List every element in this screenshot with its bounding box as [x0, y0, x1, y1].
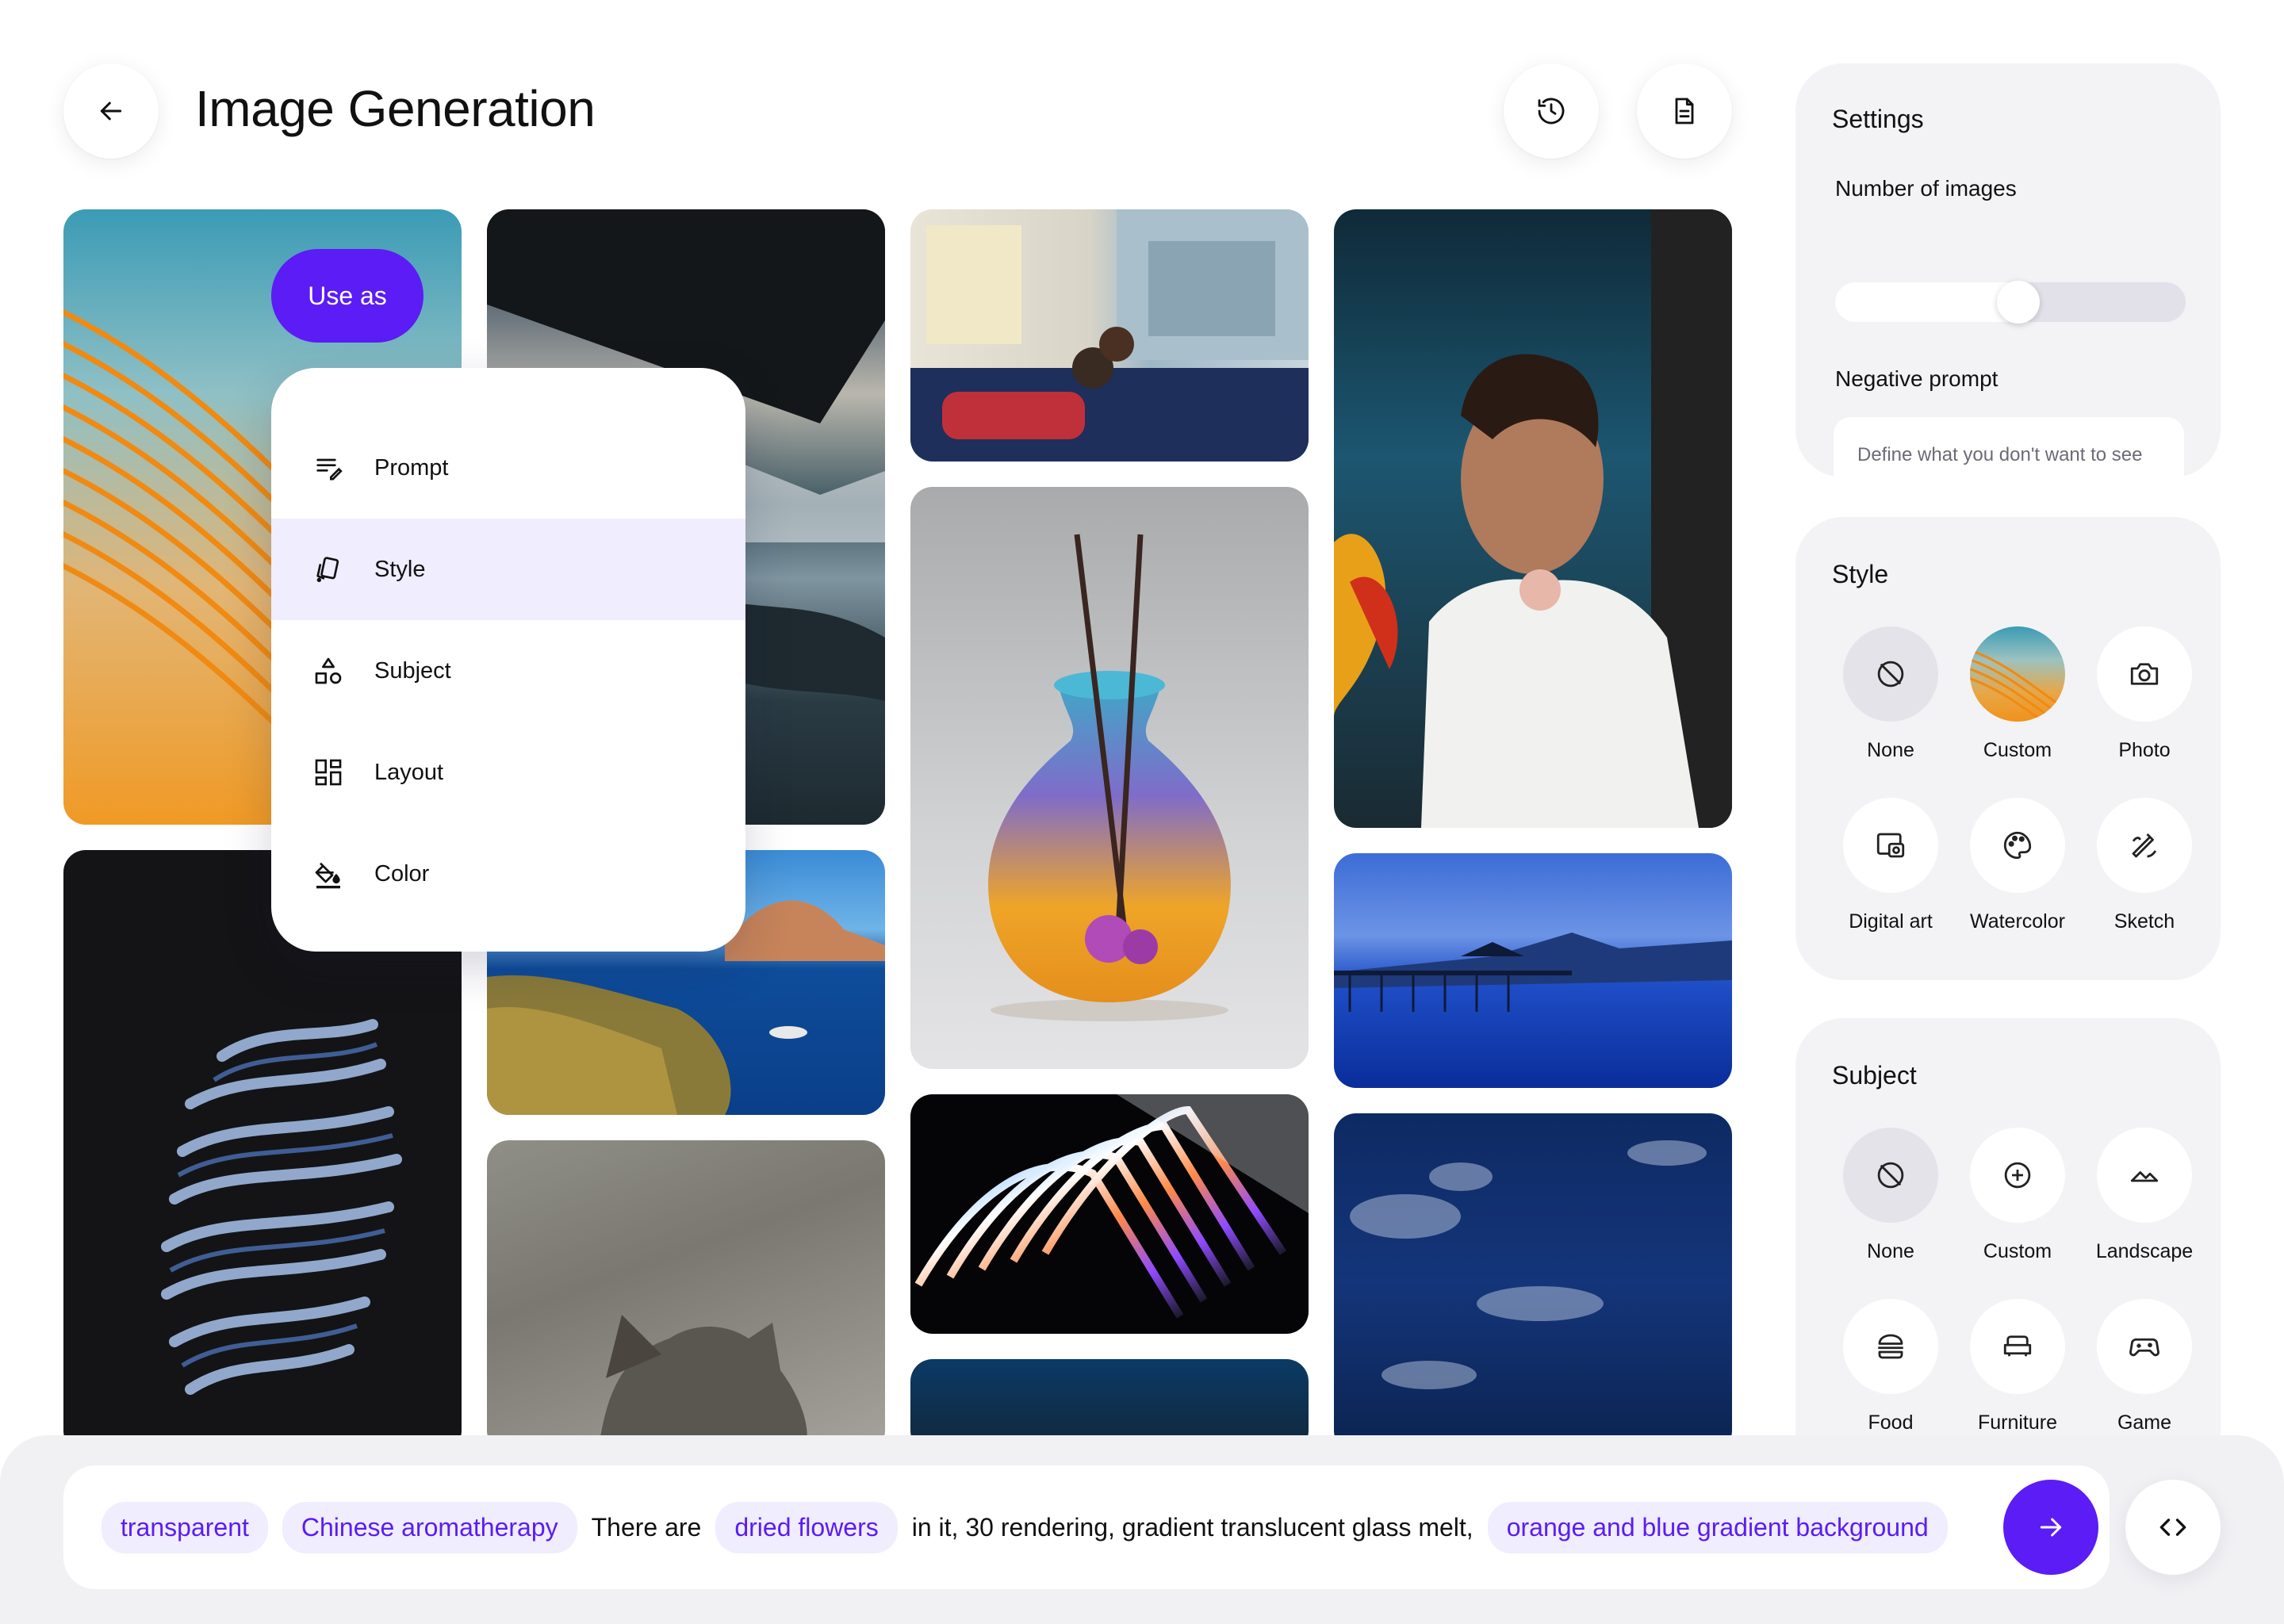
option-label: Custom [1983, 739, 2052, 761]
prism-shapes [914, 1094, 1309, 1319]
option-label: Watercolor [1970, 910, 2065, 933]
code-icon [2159, 1519, 2186, 1536]
option-label: Furniture [1977, 1411, 2058, 1434]
menu-item-label: Layout [374, 759, 444, 785]
option-label: Landscape [2095, 1240, 2194, 1262]
subject-option-game[interactable]: Game [2081, 1299, 2208, 1434]
option-label: Digital art [1849, 910, 1933, 933]
none-icon [1877, 661, 1904, 688]
subject-option-landscape[interactable]: Landscape [2081, 1128, 2208, 1263]
image-tile-pier-lake[interactable] [1334, 853, 1732, 1088]
history-icon [1538, 98, 1565, 124]
option-label: Sketch [2113, 910, 2175, 933]
menu-item-style[interactable]: Style [271, 519, 745, 620]
mountain-icon [2130, 1171, 2159, 1182]
history-button[interactable] [1504, 63, 1599, 159]
num-images-label: Number of images [1835, 176, 2017, 201]
pencil-sketch-icon [2132, 833, 2157, 858]
option-label: None [1867, 739, 1914, 761]
style-cards-icon [311, 552, 346, 587]
option-label: Food [1868, 1411, 1914, 1434]
use-as-button[interactable]: Use as [271, 249, 423, 343]
negative-prompt-input[interactable] [1834, 417, 2184, 493]
menu-item-label: Subject [374, 657, 451, 684]
document-button[interactable] [1637, 63, 1732, 159]
style-title: Style [1832, 560, 1889, 588]
style-option-sketch[interactable]: Sketch [2081, 798, 2208, 933]
image-tile-night-sky[interactable] [1334, 1113, 1732, 1453]
prompt-text[interactable]: There are [592, 1513, 702, 1542]
image-tile-prism-glass[interactable] [910, 1094, 1309, 1334]
back-button[interactable] [63, 63, 159, 159]
style-option-digital-art[interactable]: Digital art [1827, 798, 1954, 933]
palette-icon [2003, 831, 2032, 860]
send-button[interactable] [2003, 1480, 2098, 1575]
subject-option-food[interactable]: Food [1827, 1299, 1954, 1434]
menu-item-subject[interactable]: Subject [271, 620, 745, 722]
slider-thumb[interactable] [1997, 281, 2040, 324]
style-panel: Style None Custom Photo Digital art Wate… [1795, 517, 2221, 980]
subject-title: Subject [1832, 1061, 1917, 1090]
arrow-right-icon [2040, 1518, 2062, 1537]
digital-art-icon [1876, 833, 1905, 858]
custom-gradient-thumbnail [1970, 626, 2065, 722]
use-as-menu: Prompt Style Subject Layout Color [271, 368, 745, 952]
prompt-chip[interactable]: dried flowers [715, 1501, 898, 1553]
prompt-chip[interactable]: Chinese aromatherapy [282, 1501, 577, 1553]
style-option-none[interactable]: None [1827, 626, 1954, 762]
prompt-chip[interactable]: transparent [102, 1501, 268, 1553]
style-option-custom[interactable]: Custom [1954, 626, 2081, 762]
subject-panel: Subject None Custom Landscape Food Furni… [1795, 1018, 2221, 1494]
plus-circle-icon [2004, 1162, 2031, 1189]
menu-item-label: Color [374, 860, 430, 887]
style-option-photo[interactable]: Photo [2081, 626, 2208, 762]
image-tile-bedroom[interactable] [910, 209, 1309, 462]
gamepad-icon [2129, 1338, 2159, 1357]
grid-layout-icon [311, 755, 346, 790]
arrow-left-icon [100, 102, 122, 121]
portrait-shapes [1334, 209, 1732, 828]
paint-bucket-icon [311, 856, 346, 891]
camera-icon [2130, 663, 2159, 685]
image-tile-glass-vase[interactable] [910, 487, 1309, 1069]
settings-panel: Settings Number of images Negative promp… [1795, 63, 2221, 493]
menu-item-prompt[interactable]: Prompt [271, 417, 745, 519]
cloud-shapes [1350, 1140, 1707, 1389]
shapes-icon [311, 653, 346, 688]
pier-shapes [1334, 933, 1732, 1012]
option-label: Photo [2118, 739, 2171, 761]
image-tile-cat[interactable] [487, 1140, 885, 1453]
settings-title: Settings [1832, 105, 1924, 133]
none-icon [1877, 1162, 1904, 1189]
burger-icon [1878, 1334, 1903, 1359]
subject-option-furniture[interactable]: Furniture [1954, 1299, 2081, 1434]
menu-item-layout[interactable]: Layout [271, 722, 745, 823]
prompt-bar[interactable]: transparent Chinese aromatherapy There a… [63, 1465, 2110, 1589]
prompt-text[interactable]: in it, 30 rendering, gradient translucen… [912, 1513, 1473, 1542]
menu-item-label: Style [374, 556, 426, 582]
vase-shape [988, 534, 1231, 1021]
negative-prompt-label: Negative prompt [1835, 366, 1998, 391]
prompt-chip[interactable]: orange and blue gradient background [1487, 1501, 1948, 1553]
menu-item-label: Prompt [374, 454, 449, 481]
prompt-lines-icon [311, 450, 346, 485]
subject-option-custom[interactable]: Custom [1954, 1128, 2081, 1263]
subject-option-none[interactable]: None [1827, 1128, 1954, 1263]
cat-shape [598, 1315, 807, 1453]
image-tile-graffiti-portrait[interactable] [1334, 209, 1732, 828]
option-label: Custom [1983, 1240, 2052, 1262]
option-label: None [1867, 1240, 1914, 1262]
style-option-watercolor[interactable]: Watercolor [1954, 798, 2081, 933]
code-button[interactable] [2125, 1480, 2221, 1575]
menu-item-color[interactable]: Color [271, 823, 745, 925]
document-icon [1675, 98, 1694, 124]
bedroom-shapes [910, 209, 1309, 462]
option-label: Game [2117, 1411, 2172, 1434]
page-title: Image Generation [195, 80, 596, 137]
sofa-icon [2003, 1335, 2032, 1357]
